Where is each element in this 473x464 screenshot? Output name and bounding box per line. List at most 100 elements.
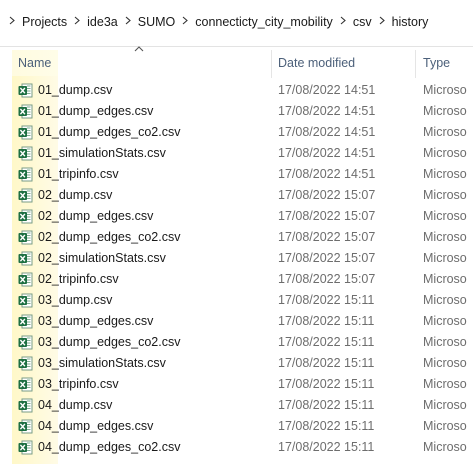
excel-csv-file-icon (18, 125, 33, 140)
excel-csv-file-icon (18, 251, 33, 266)
excel-csv-file-icon (18, 356, 33, 371)
column-header-date-modified[interactable]: Date modified (278, 56, 355, 70)
file-name: 01_simulationStats.csv (38, 146, 166, 160)
file-date-modified: 17/08/2022 15:07 (278, 251, 376, 265)
chevron-right-icon[interactable] (4, 16, 20, 28)
file-date-modified: 17/08/2022 15:11 (278, 335, 375, 349)
file-type: Microso (423, 335, 467, 349)
file-name: 04_dump_edges.csv (38, 419, 154, 433)
file-date-modified: 17/08/2022 15:11 (278, 293, 375, 307)
column-divider[interactable] (415, 50, 416, 78)
file-row[interactable]: 02_tripinfo.csv 17/08/2022 15:07 Microso (0, 269, 473, 290)
file-row[interactable]: 01_dump.csv 17/08/2022 14:51 Microso (0, 80, 473, 101)
file-name: 02_dump_edges_co2.csv (38, 230, 181, 244)
file-row[interactable]: 04_dump_edges_co2.csv 17/08/2022 15:11 Mic… (0, 437, 473, 458)
file-name: 03_simulationStats.csv (38, 356, 166, 370)
breadcrumb-item[interactable]: SUMO (136, 15, 178, 29)
breadcrumb-item[interactable]: connecticty_city_mobility (193, 15, 335, 29)
file-name: 02_simulationStats.csv (38, 251, 166, 265)
file-type: Microso (423, 356, 467, 370)
excel-csv-file-icon (18, 377, 33, 392)
file-date-modified: 17/08/2022 15:11 (278, 314, 375, 328)
file-row[interactable]: 03_dump_edges.csv 17/08/2022 15:11 Microso (0, 311, 473, 332)
file-name: 01_dump_edges.csv (38, 104, 154, 118)
file-row[interactable]: 02_dump.csv 17/08/2022 15:07 Microso (0, 185, 473, 206)
chevron-right-icon[interactable] (120, 16, 136, 28)
file-date-modified: 17/08/2022 15:07 (278, 209, 376, 223)
column-header-row: Name Date modified Type (0, 50, 473, 78)
column-header-name[interactable]: Name (18, 56, 51, 70)
chevron-right-icon[interactable] (69, 16, 85, 28)
file-type: Microso (423, 209, 467, 223)
chevron-right-icon[interactable] (177, 16, 193, 28)
breadcrumb-item[interactable]: history (390, 15, 431, 29)
file-date-modified: 17/08/2022 15:07 (278, 230, 376, 244)
file-date-modified: 17/08/2022 14:51 (278, 83, 376, 97)
file-name: 04_dump_edges_co2.csv (38, 440, 181, 454)
file-type: Microso (423, 125, 467, 139)
excel-csv-file-icon (18, 188, 33, 203)
breadcrumb-item[interactable]: ide3a (85, 15, 120, 29)
file-type: Microso (423, 419, 467, 433)
excel-csv-file-icon (18, 293, 33, 308)
file-name: 03_dump_edges_co2.csv (38, 335, 181, 349)
file-row[interactable]: 01_tripinfo.csv 17/08/2022 14:51 Microso (0, 164, 473, 185)
file-row[interactable]: 03_simulationStats.csv 17/08/2022 15:11 Mi… (0, 353, 473, 374)
chevron-right-icon[interactable] (335, 16, 351, 28)
excel-csv-file-icon (18, 209, 33, 224)
excel-csv-file-icon (18, 146, 33, 161)
file-type: Microso (423, 146, 467, 160)
excel-csv-file-icon (18, 419, 33, 434)
file-date-modified: 17/08/2022 15:11 (278, 419, 375, 433)
file-date-modified: 17/08/2022 15:07 (278, 272, 376, 286)
file-date-modified: 17/08/2022 15:11 (278, 398, 375, 412)
file-row[interactable]: 02_dump_edges_co2.csv 17/08/2022 15:07 Mic… (0, 227, 473, 248)
file-type: Microso (423, 188, 467, 202)
file-row[interactable]: 03_tripinfo.csv 17/08/2022 15:11 Microso (0, 374, 473, 395)
file-type: Microso (423, 293, 467, 307)
file-type: Microso (423, 272, 467, 286)
file-type: Microso (423, 440, 467, 454)
file-name: 03_dump.csv (38, 293, 113, 307)
breadcrumb-item[interactable]: Projects (20, 15, 69, 29)
file-date-modified: 17/08/2022 14:51 (278, 167, 376, 181)
chevron-right-icon[interactable] (374, 16, 390, 28)
file-type: Microso (423, 167, 467, 181)
file-name: 02_dump.csv (38, 188, 113, 202)
file-type: Microso (423, 230, 467, 244)
column-divider[interactable] (271, 50, 272, 78)
column-header-type[interactable]: Type (423, 56, 450, 70)
file-row[interactable]: 02_simulationStats.csv 17/08/2022 15:07 Mi… (0, 248, 473, 269)
file-name: 04_dump.csv (38, 398, 113, 412)
excel-csv-file-icon (18, 398, 33, 413)
excel-csv-file-icon (18, 167, 33, 182)
file-type: Microso (423, 314, 467, 328)
file-date-modified: 17/08/2022 15:07 (278, 188, 376, 202)
file-name: 02_dump_edges.csv (38, 209, 154, 223)
excel-csv-file-icon (18, 314, 33, 329)
breadcrumb-path: Projects ide3a SUMO connecticty_city_mobili… (4, 15, 430, 29)
file-name: 01_dump.csv (38, 83, 113, 97)
file-row[interactable]: 01_simulationStats.csv 17/08/2022 14:51 Mi… (0, 143, 473, 164)
breadcrumb-item[interactable]: csv (351, 15, 374, 29)
file-row[interactable]: 03_dump.csv 17/08/2022 15:11 Microso (0, 290, 473, 311)
file-name: 02_tripinfo.csv (38, 272, 119, 286)
file-row[interactable]: 01_dump_edges_co2.csv 17/08/2022 14:51 Mic… (0, 122, 473, 143)
file-date-modified: 17/08/2022 15:11 (278, 356, 375, 370)
file-row[interactable]: 04_dump.csv 17/08/2022 15:11 Microso (0, 395, 473, 416)
file-type: Microso (423, 83, 467, 97)
file-name: 03_dump_edges.csv (38, 314, 154, 328)
excel-csv-file-icon (18, 230, 33, 245)
file-type: Microso (423, 398, 467, 412)
file-row[interactable]: 03_dump_edges_co2.csv 17/08/2022 15:11 Mic… (0, 332, 473, 353)
file-row[interactable]: 02_dump_edges.csv 17/08/2022 15:07 Microso (0, 206, 473, 227)
file-date-modified: 17/08/2022 14:51 (278, 125, 376, 139)
file-row[interactable]: 01_dump_edges.csv 17/08/2022 14:51 Microso (0, 101, 473, 122)
file-name: 03_tripinfo.csv (38, 377, 119, 391)
file-type: Microso (423, 377, 467, 391)
file-row[interactable]: 04_dump_edges.csv 17/08/2022 15:11 Microso (0, 416, 473, 437)
excel-csv-file-icon (18, 440, 33, 455)
excel-csv-file-icon (18, 104, 33, 119)
breadcrumb: Projects ide3a SUMO connecticty_city_mobili… (0, 0, 473, 47)
file-type: Microso (423, 104, 467, 118)
